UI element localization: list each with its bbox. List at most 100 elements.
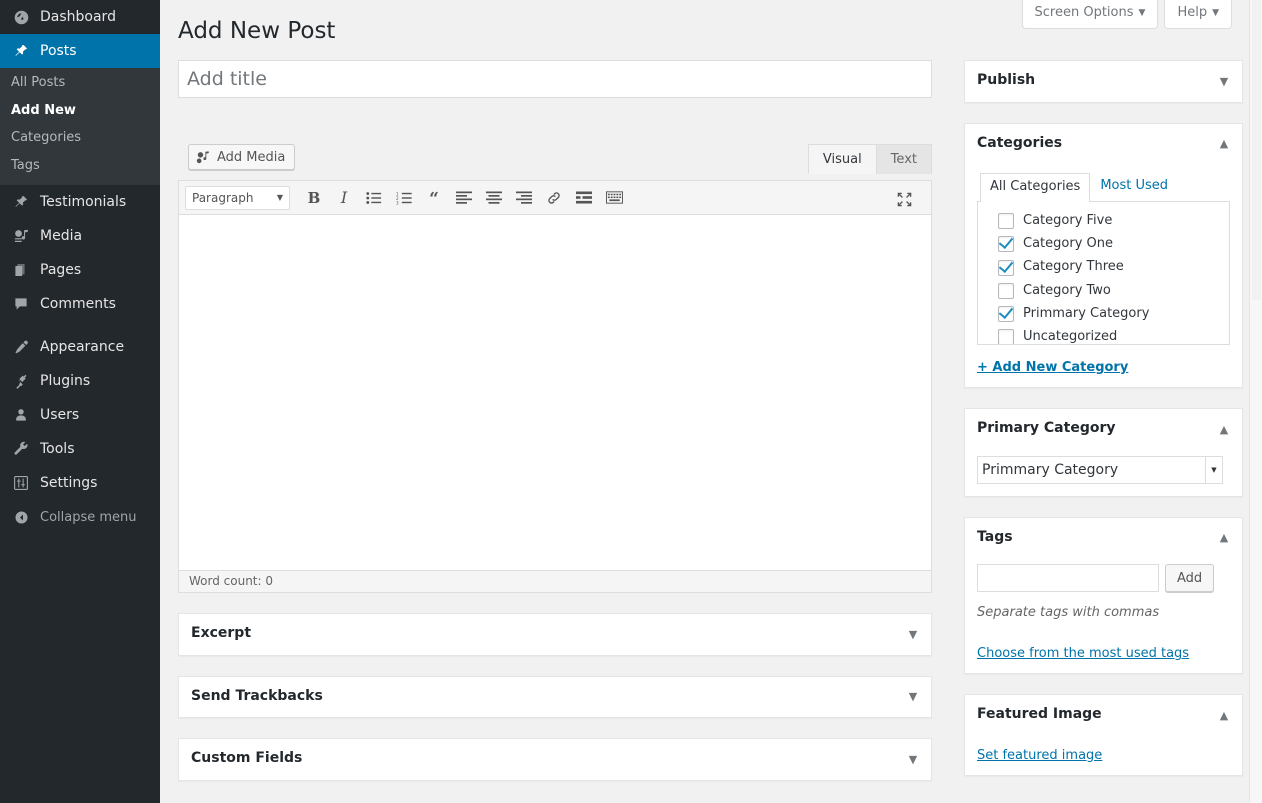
category-label: Category One [1023, 236, 1113, 252]
title-field-wrapper [178, 60, 932, 98]
category-item-category-one[interactable]: Category One [984, 233, 1223, 256]
chevron-up-icon[interactable]: ▲ [1206, 409, 1242, 450]
metabox-excerpt-header[interactable]: Excerpt ▼ [179, 614, 931, 655]
sidebar-item-label: Testimonials [40, 194, 127, 211]
editor-mode-tabs: Visual Text [807, 144, 932, 174]
collapse-menu-label: Collapse menu [40, 509, 137, 525]
link-icon[interactable] [539, 185, 569, 211]
sidebar-item-pages[interactable]: Pages [0, 253, 160, 287]
sidebar-item-posts[interactable]: Posts [0, 34, 160, 68]
checkbox[interactable] [998, 305, 1014, 322]
metabox-featured-image: Featured Image ▲ Set featured image [964, 694, 1243, 776]
sidebar-item-label: Posts [40, 43, 77, 59]
plug-icon [11, 371, 31, 391]
scrollbar-thumb[interactable] [1252, 0, 1261, 300]
metabox-publish: Publish ▼ [964, 60, 1243, 103]
submenu-item-tags[interactable]: Tags [0, 152, 160, 180]
tab-all-categories[interactable]: All Categories [980, 173, 1091, 203]
metabox-title: Tags [977, 528, 1013, 545]
sidebar-item-plugins[interactable]: Plugins [0, 364, 160, 398]
sidebar-item-settings[interactable]: Settings [0, 466, 160, 500]
chevron-down-icon[interactable]: ▼ [895, 739, 931, 780]
toolbar-toggle-icon[interactable] [599, 185, 629, 211]
chevron-down-icon: ▼ [1212, 8, 1219, 18]
add-new-category-link[interactable]: + Add New Category [977, 360, 1128, 375]
checkbox[interactable] [998, 236, 1014, 253]
chevron-down-icon[interactable]: ▼ [895, 677, 931, 718]
metabox-send-trackbacks-header[interactable]: Send Trackbacks ▼ [179, 677, 931, 718]
checkbox[interactable] [998, 282, 1014, 299]
sidebar-item-tools[interactable]: Tools [0, 432, 160, 466]
sidebar-item-appearance[interactable]: Appearance [0, 330, 160, 364]
category-item-category-five[interactable]: Category Five [984, 210, 1223, 233]
sidebar-item-dashboard[interactable]: Dashboard [0, 0, 160, 34]
help-label: Help [1177, 5, 1208, 20]
svg-text:3: 3 [396, 200, 399, 205]
fullscreen-icon[interactable] [889, 186, 919, 212]
chevron-up-icon[interactable]: ▲ [1206, 124, 1242, 165]
metabox-primary-category-header[interactable]: Primary Category ▲ [965, 409, 1242, 450]
tab-visual[interactable]: Visual [807, 144, 877, 174]
chevron-down-icon[interactable]: ▼ [895, 614, 931, 655]
italic-icon[interactable]: I [329, 185, 359, 211]
primary-category-select[interactable]: Primmary Category [977, 455, 1223, 484]
add-media-button[interactable]: Add Media [188, 144, 296, 170]
sidebar-item-label: Users [40, 407, 80, 424]
category-item-category-three[interactable]: Category Three [984, 256, 1223, 279]
set-featured-image-link[interactable]: Set featured image [977, 748, 1102, 763]
category-label: Primmary Category [1023, 305, 1150, 321]
sidebar-item-media[interactable]: Media [0, 219, 160, 253]
metabox-tags-header[interactable]: Tags ▲ [965, 518, 1242, 559]
sidebar-item-label: Comments [40, 296, 116, 313]
chevron-down-icon: ▼ [1138, 8, 1146, 18]
tab-text[interactable]: Text [875, 144, 932, 174]
metabox-title: Custom Fields [191, 750, 303, 767]
page-scrollbar[interactable] [1249, 0, 1262, 803]
screen-options-button[interactable]: Screen Options ▼ [1021, 0, 1159, 29]
sidebar-item-label: Pages [40, 262, 82, 279]
tag-input[interactable] [977, 564, 1159, 593]
bulleted-list-icon[interactable] [359, 185, 389, 211]
read-more-icon[interactable] [569, 185, 599, 211]
metabox-publish-header[interactable]: Publish ▼ [965, 61, 1242, 102]
chevron-up-icon[interactable]: ▲ [1206, 518, 1242, 559]
collapse-menu-button[interactable]: Collapse menu [0, 500, 160, 534]
category-item-uncategorized[interactable]: Uncategorized [984, 326, 1223, 345]
metabox-featured-image-header[interactable]: Featured Image ▲ [965, 695, 1242, 736]
category-checklist[interactable]: Category Five Category One Category Thre… [977, 201, 1230, 346]
bold-icon[interactable]: B [299, 185, 329, 211]
category-label: Category Three [1023, 259, 1124, 275]
help-button[interactable]: Help ▼ [1164, 0, 1232, 29]
align-right-icon[interactable] [509, 185, 539, 211]
align-center-icon[interactable] [479, 185, 509, 211]
checkbox[interactable] [998, 259, 1014, 276]
submenu-item-categories[interactable]: Categories [0, 124, 160, 152]
primary-category-inside: Primmary Category ▼ [965, 455, 1242, 496]
chevron-up-icon[interactable]: ▲ [1206, 695, 1242, 736]
tag-add-button[interactable]: Add [1165, 564, 1215, 593]
sidebar-item-label: Media [40, 228, 83, 245]
sidebar-item-users[interactable]: Users [0, 398, 160, 432]
post-title-input[interactable] [178, 60, 932, 98]
sidebar-item-comments[interactable]: Comments [0, 287, 160, 321]
tag-cloud-link[interactable]: Choose from the most used tags [977, 646, 1189, 661]
metabox-categories-header[interactable]: Categories ▲ [965, 124, 1242, 165]
checkbox[interactable] [998, 213, 1014, 230]
submenu-item-all-posts[interactable]: All Posts [0, 69, 160, 97]
align-left-icon[interactable] [449, 185, 479, 211]
numbered-list-icon[interactable]: 123 [389, 185, 419, 211]
page-title: Add New Post [178, 18, 336, 44]
blockquote-icon[interactable]: “ [419, 185, 449, 211]
chevron-down-icon[interactable]: ▼ [1206, 61, 1242, 102]
category-item-primmary-category[interactable]: Primmary Category [984, 303, 1223, 326]
paragraph-format-select[interactable]: Paragraph ▼ [185, 185, 290, 210]
sidebar-item-testimonials[interactable]: Testimonials [0, 185, 160, 219]
posts-submenu: All Posts Add New Categories Tags [0, 68, 160, 186]
submenu-item-add-new[interactable]: Add New [0, 97, 160, 125]
editor-content-area[interactable] [179, 215, 931, 570]
tab-most-used[interactable]: Most Used [1090, 172, 1178, 201]
metabox-custom-fields-header[interactable]: Custom Fields ▼ [179, 739, 931, 780]
checkbox[interactable] [998, 329, 1014, 345]
category-item-category-two[interactable]: Category Two [984, 280, 1223, 303]
admin-body: Screen Options ▼ Help ▼ Add New Post Add… [160, 0, 1252, 803]
